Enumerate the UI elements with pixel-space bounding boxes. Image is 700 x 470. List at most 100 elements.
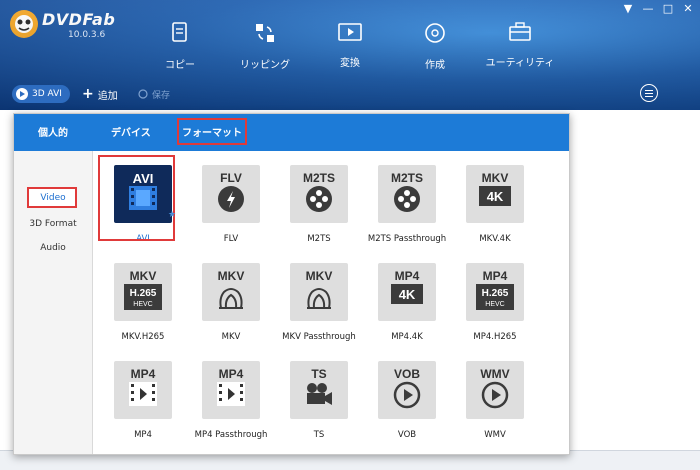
main-nav: コピー リッピング 変換 作成 ユーティリティ: [140, 22, 610, 74]
nav-creator[interactable]: 作成: [395, 22, 475, 71]
sidebar-item-video[interactable]: Video: [14, 193, 92, 203]
svg-text:4K: 4K: [399, 287, 416, 302]
svg-text:HEVC: HEVC: [133, 301, 152, 308]
format-item-mkv[interactable]: MKV MKV: [187, 263, 275, 355]
format-tile: MP4: [114, 361, 172, 419]
format-tile-label: MKV: [305, 269, 333, 283]
format-tile-label: MKV: [217, 269, 245, 283]
nav-ripper[interactable]: リッピング: [225, 22, 305, 71]
save-label: 保存: [152, 90, 171, 101]
format-tile: MKV: [290, 263, 348, 321]
dropdown-icon[interactable]: ▼: [622, 2, 634, 15]
nav-converter[interactable]: 変換: [310, 22, 390, 69]
tab-device[interactable]: デバイス: [111, 124, 151, 139]
play-circle-icon: [378, 381, 436, 409]
format-caption: MKV.4K: [479, 234, 511, 244]
format-tile: WMV: [466, 361, 524, 419]
mode-selector[interactable]: 3D AVI: [12, 85, 70, 103]
maximize-icon[interactable]: □: [662, 2, 674, 15]
menu-icon[interactable]: [640, 84, 658, 102]
format-item-mp4[interactable]: MP4 MP4: [99, 361, 187, 453]
format-tile-label: TS: [311, 367, 327, 381]
toolbox-icon: [509, 22, 531, 41]
format-tile-label: FLV: [220, 171, 242, 185]
format-item-mkv-passthrough[interactable]: MKV MKV Passthrough: [275, 263, 363, 355]
format-tile: MKV 4K: [466, 165, 524, 223]
format-tile-label: WMV: [480, 367, 510, 381]
format-tile-label: M2TS: [390, 171, 423, 185]
save-button[interactable]: 保存: [138, 85, 170, 103]
format-item-vob[interactable]: VOB VOB: [363, 361, 451, 453]
format-tile: AVI: [114, 165, 172, 223]
format-tile: VOB: [378, 361, 436, 419]
tab-format[interactable]: フォーマット: [182, 124, 242, 139]
tab-personal[interactable]: 個人的: [38, 124, 68, 139]
main-area: [570, 110, 700, 469]
app-name: DVDFab: [42, 10, 116, 29]
format-item-wmv[interactable]: WMV WMV: [451, 361, 539, 453]
nav-copy-label: コピー: [165, 60, 195, 71]
play-icon: [16, 88, 28, 100]
format-item-mkv-4k[interactable]: MKV 4K MKV.4K: [451, 165, 539, 257]
nav-copy[interactable]: コピー: [140, 22, 220, 71]
format-tile-label: MP4: [394, 269, 420, 283]
h265-badge-icon: H.265 HEVC: [466, 283, 524, 311]
format-tile: M2TS: [378, 165, 436, 223]
format-item-flv[interactable]: FLV FLV: [187, 165, 275, 257]
app-version: 10.0.3.6: [68, 30, 106, 40]
svg-text:H.265: H.265: [130, 288, 157, 299]
creator-icon: [425, 23, 445, 43]
popup-tabbar: 個人的 デバイス フォーマット: [14, 114, 569, 151]
sidebar-item-audio[interactable]: Audio: [14, 243, 92, 253]
header: DVDFab 10.0.3.6 ▼ — □ ✕ コピー リッピング 変換 作成 …: [0, 0, 700, 110]
format-tile-label: MP4: [130, 367, 156, 381]
profile-popup: 個人的 デバイス フォーマット Video 3D Format Audio AV…: [13, 113, 570, 455]
video-camera-icon: [290, 381, 348, 407]
format-item-ts[interactable]: TS TS: [275, 361, 363, 453]
add-label: 追加: [97, 90, 118, 102]
format-caption: MP4.H265: [473, 332, 517, 342]
copy-icon: [172, 22, 187, 42]
h265-badge-icon: H.265 HEVC: [114, 283, 172, 311]
toolbar: 3D AVI + 追加 保存: [0, 80, 700, 108]
favorite-star-icon[interactable]: ★: [168, 210, 176, 220]
svg-text:4K: 4K: [487, 189, 504, 204]
mode-label: 3D AVI: [32, 89, 62, 99]
plus-icon: +: [82, 86, 94, 102]
window-controls: ▼ — □ ✕: [622, 2, 694, 15]
svg-text:H.265: H.265: [482, 288, 509, 299]
format-item-mp4-4k[interactable]: MP4 4K MP4.4K: [363, 263, 451, 355]
save-icon: [138, 89, 148, 99]
nav-converter-label: 変換: [340, 58, 360, 69]
ripper-icon: [256, 24, 274, 42]
category-sidebar: Video 3D Format Audio: [14, 151, 93, 454]
format-tile-label: MKV: [481, 171, 509, 185]
format-tile-label: M2TS: [302, 171, 335, 185]
film-reel-icon: [378, 185, 436, 213]
matroska-icon: [202, 283, 260, 313]
flash-icon: [202, 185, 260, 213]
format-item-m2ts[interactable]: M2TS M2TS: [275, 165, 363, 257]
film-icon: [114, 185, 172, 211]
format-item-m2ts-passthrough[interactable]: M2TS M2TS Passthrough: [363, 165, 451, 257]
format-item-mp4-passthrough[interactable]: MP4 MP4 Passthrough: [187, 361, 275, 453]
play-circle-icon: [466, 381, 524, 409]
add-button[interactable]: + 追加: [82, 85, 118, 103]
dvdfab-logo-icon: [10, 10, 38, 38]
format-tile: M2TS: [290, 165, 348, 223]
dvdfab-window: DVDFab 10.0.3.6 ▼ — □ ✕ コピー リッピング 変換 作成 …: [0, 0, 700, 470]
nav-creator-label: 作成: [425, 60, 445, 71]
close-icon[interactable]: ✕: [682, 2, 694, 15]
format-tile: MP4 4K: [378, 263, 436, 321]
nav-ripper-label: リッピング: [240, 60, 290, 71]
format-tile: TS: [290, 361, 348, 419]
converter-icon: [338, 23, 362, 41]
film-icon: [202, 381, 260, 407]
format-tile: MKV: [202, 263, 260, 321]
format-tile: FLV: [202, 165, 260, 223]
format-item-mkv-h265[interactable]: MKV H.265 HEVC MKV.H265: [99, 263, 187, 355]
format-item-mp4-h265[interactable]: MP4 H.265 HEVC MP4.H265: [451, 263, 539, 355]
nav-utility[interactable]: ユーティリティ: [480, 22, 560, 69]
sidebar-item-3d-format[interactable]: 3D Format: [14, 219, 92, 229]
minimize-icon[interactable]: —: [642, 2, 654, 15]
